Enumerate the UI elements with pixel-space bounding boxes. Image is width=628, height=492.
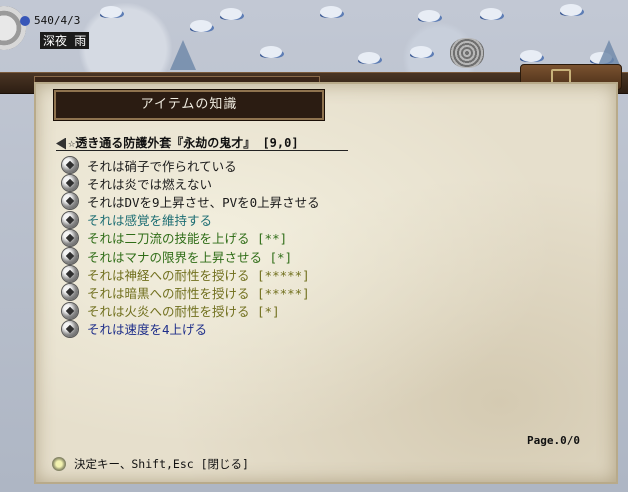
clock-icon [0, 6, 26, 50]
property-row: それはマナの限界を上昇させる [*] [62, 247, 462, 265]
lightbulb-icon [52, 457, 66, 471]
snow-tile [260, 46, 282, 58]
property-row: それは感覚を維持する [62, 211, 462, 229]
snow-tile [418, 10, 440, 22]
item-name-heading: ☆透き通る防護外套『永劫の鬼才』 [9,0] [56, 134, 348, 151]
property-text: それはDVを9上昇させ、PVを0上昇させる [87, 194, 320, 210]
property-row: それは速度を4上げる [62, 320, 462, 338]
fireproof-icon [62, 175, 78, 192]
status-panel: 540/4/3 深夜 雨 [0, 6, 120, 50]
skill-icon [62, 229, 78, 246]
property-row: それは硝子で作られている [62, 156, 462, 174]
property-text: それは二刀流の技能を上げる [**] [87, 231, 288, 247]
snow-tile [358, 52, 380, 64]
page-indicator: Page.0/0 [527, 434, 580, 447]
resist-icon [62, 284, 78, 301]
key-hint-text: 決定キー、Shift,Esc [閉じる] [74, 457, 249, 471]
property-row: それは暗黒への耐性を授ける [*****] [62, 283, 462, 301]
property-text: それは感覚を維持する [87, 213, 213, 229]
resist-icon [62, 266, 78, 283]
item-knowledge-window: アイテムの知識 ☆透き通る防護外套『永劫の鬼才』 [9,0] それは硝子で作られ… [34, 82, 618, 484]
globe-icon [20, 16, 30, 26]
property-row: それは火炎への耐性を授ける [*] [62, 302, 462, 320]
property-text: それは神経への耐性を授ける [*****] [87, 267, 310, 283]
property-text: それは火炎への耐性を授ける [*] [87, 304, 280, 320]
property-text: それはマナの限界を上昇させる [*] [87, 249, 293, 265]
key-hint: 決定キー、Shift,Esc [閉じる] [52, 456, 249, 472]
property-text: それは硝子で作られている [87, 158, 237, 174]
snow-tile [220, 8, 242, 20]
snow-tile [560, 4, 582, 16]
property-text: それは暗黒への耐性を授ける [*****] [87, 285, 310, 301]
snow-tile [320, 6, 342, 18]
window-title: アイテムの知識 [54, 90, 324, 120]
property-row: それはDVを9上昇させ、PVを0上昇させる [62, 192, 462, 210]
tree-icon [170, 40, 196, 70]
property-list: それは硝子で作られている それは炎では燃えないそれはDVを9上昇させ、PVを0上昇… [62, 156, 462, 338]
snow-tile [410, 46, 432, 58]
game-date: 540/4/3 [34, 14, 81, 27]
property-row: それは炎では燃えない [62, 174, 462, 192]
sustain-icon [62, 211, 78, 228]
speed-icon [62, 320, 78, 337]
resist-icon [62, 302, 78, 319]
material-icon [62, 157, 78, 174]
bush-icon [450, 38, 484, 68]
snow-tile [520, 50, 542, 62]
property-row: それは二刀流の技能を上げる [**] [62, 229, 462, 247]
time-weather: 深夜 雨 [40, 32, 90, 49]
property-row: それは神経への耐性を授ける [*****] [62, 265, 462, 283]
property-text: それは速度を4上げる [87, 322, 208, 338]
skill-icon [62, 248, 78, 265]
item-name: ☆透き通る防護外套『永劫の鬼才』 [9,0] [68, 136, 299, 150]
snow-tile [480, 8, 502, 20]
property-text: それは炎では燃えない [87, 176, 213, 192]
snow-tile [190, 20, 212, 32]
defense-icon [62, 193, 78, 210]
arrow-icon [56, 137, 66, 150]
